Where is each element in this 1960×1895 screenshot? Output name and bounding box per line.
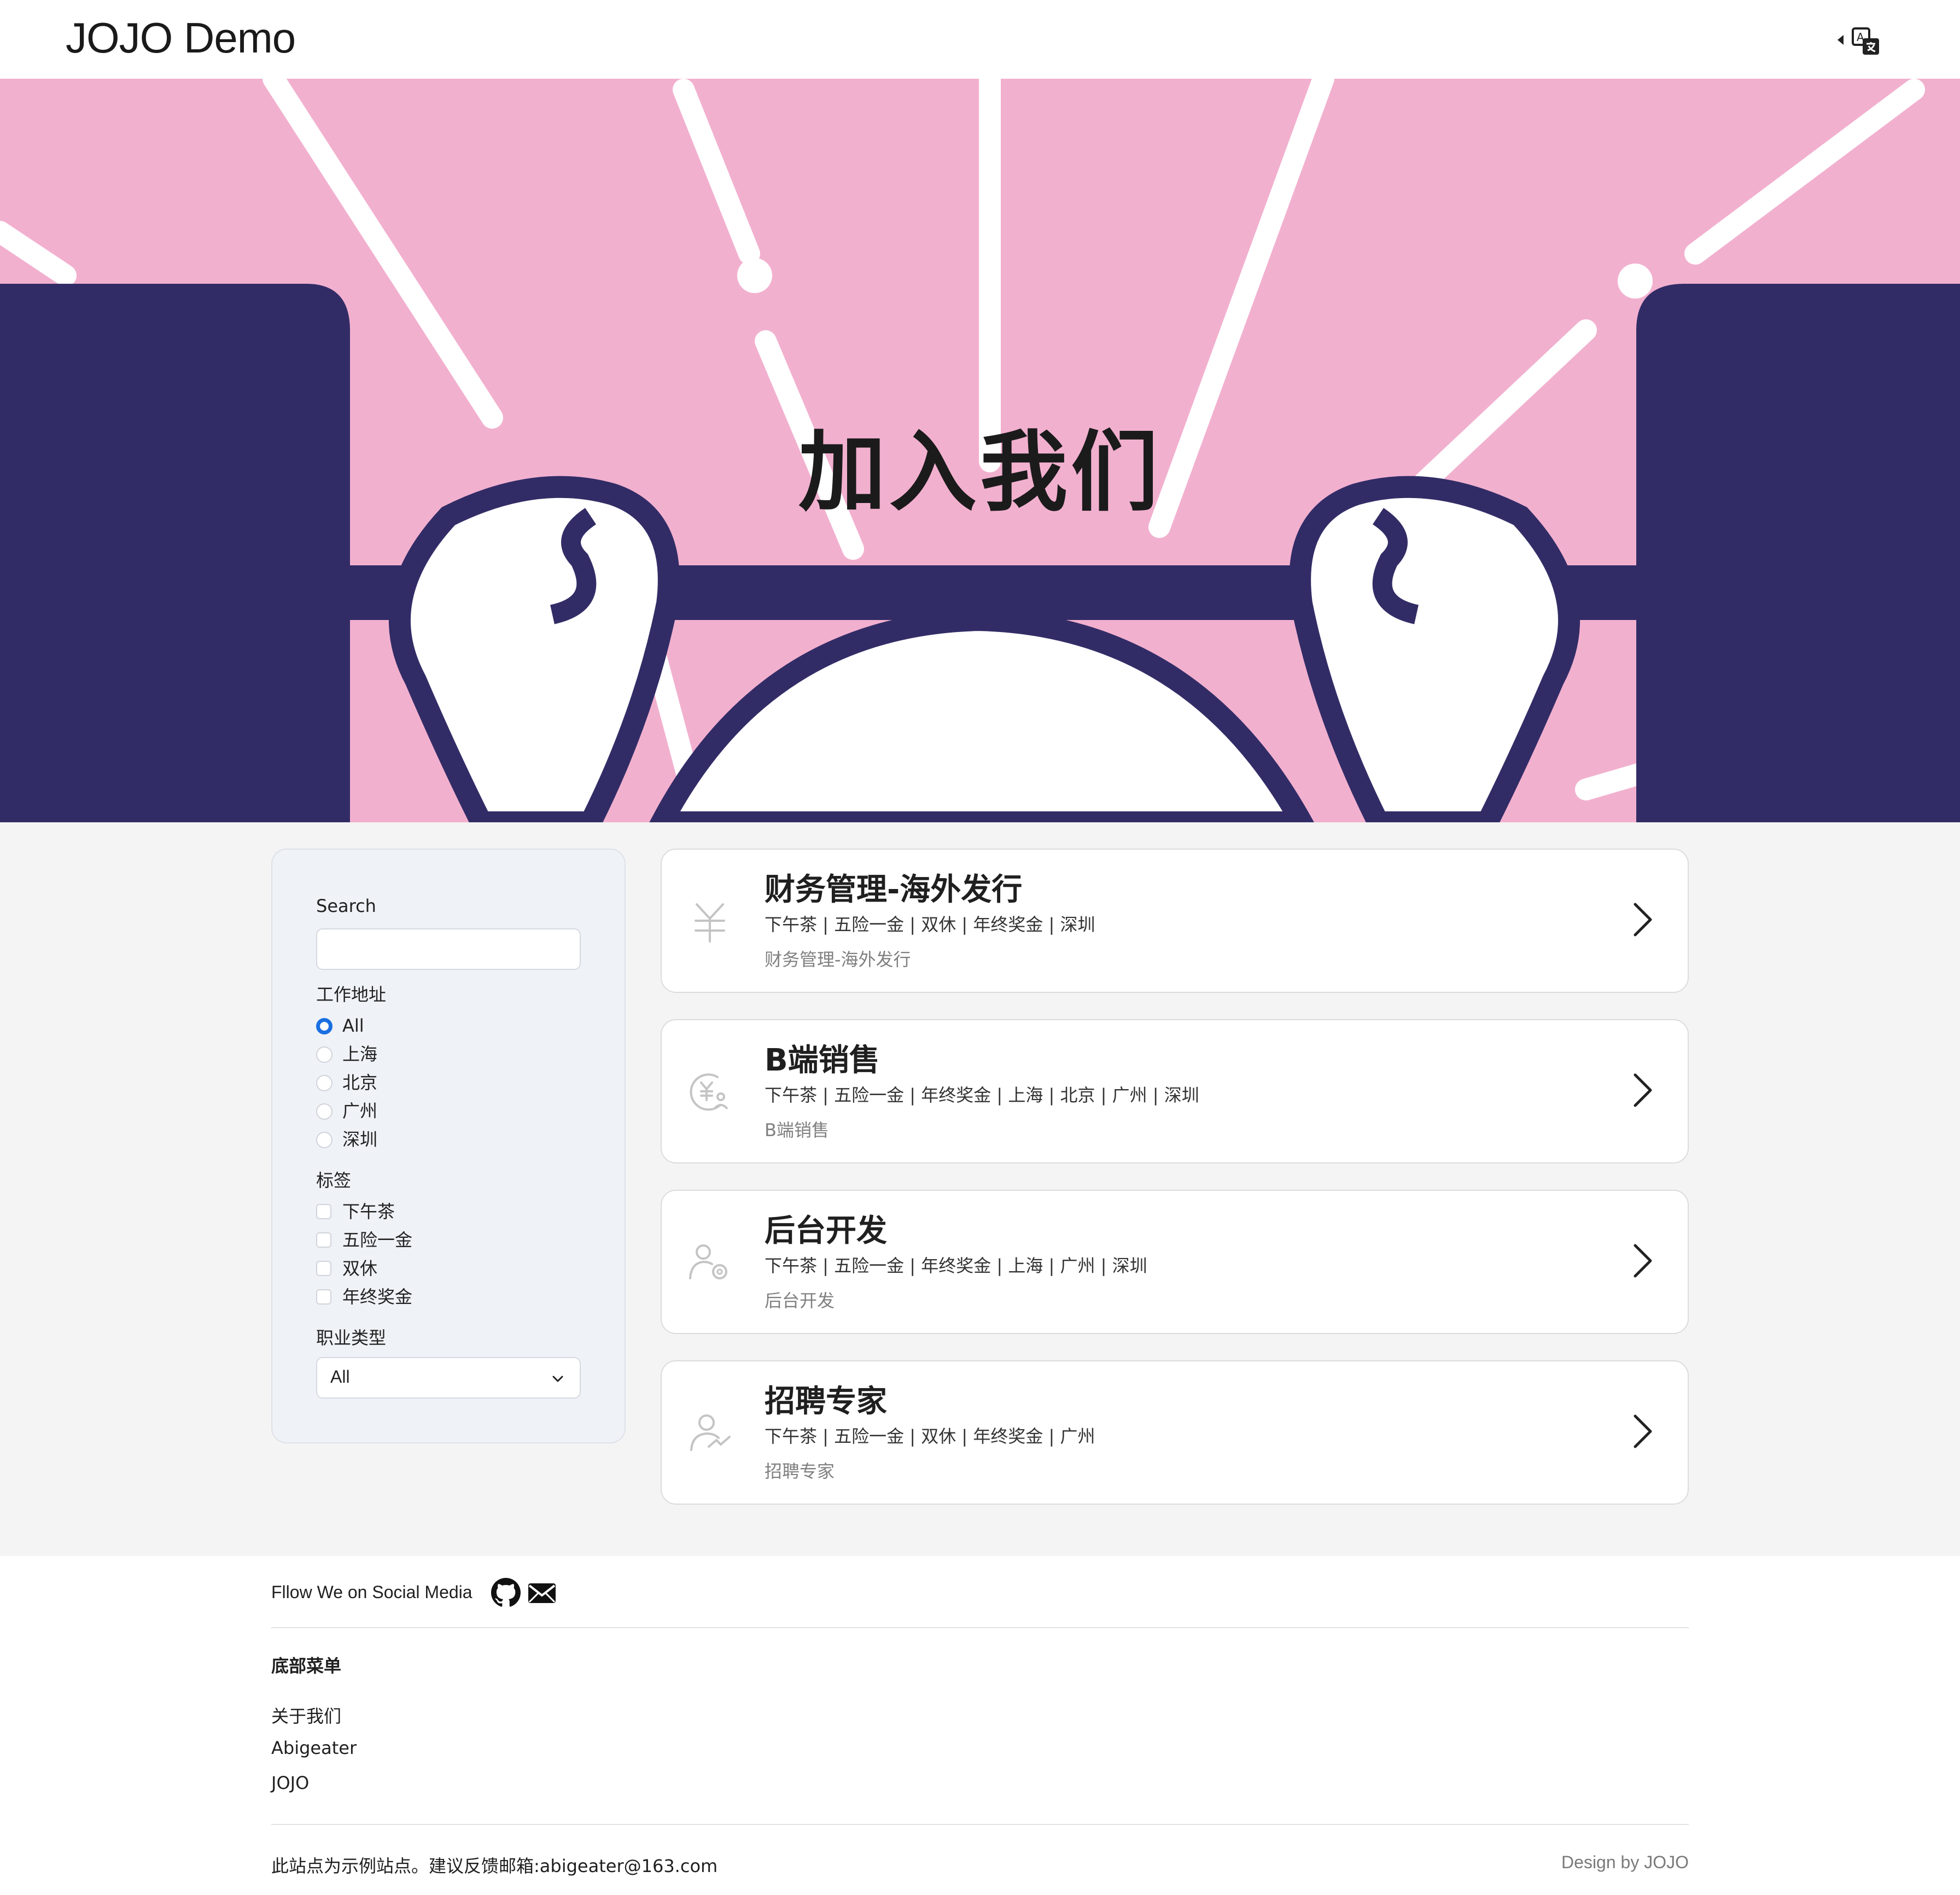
option-label: 上海 xyxy=(342,1044,378,1065)
job-tags: 下午茶 | 五险一金 | 年终奖金 | 上海 | 北京 | 广州 | 深圳 xyxy=(765,1085,1199,1106)
job-subtitle: B端销售 xyxy=(765,1120,829,1140)
radio-button[interactable] xyxy=(316,1018,332,1034)
option-label: 五险一金 xyxy=(342,1230,413,1250)
language-switcher[interactable]: A xyxy=(1834,23,1883,58)
search-label: Search xyxy=(316,896,376,916)
divider xyxy=(271,1627,1689,1628)
radio-button[interactable] xyxy=(316,1046,332,1063)
job-tags: 下午茶 | 五险一金 | 年终奖金 | 上海 | 广州 | 深圳 xyxy=(765,1255,1147,1276)
search-input[interactable] xyxy=(316,928,581,970)
chevron-down-icon xyxy=(552,1376,563,1382)
checkbox[interactable] xyxy=(316,1232,331,1248)
brand-logo[interactable]: JOJO Demo xyxy=(66,8,296,68)
job-type-label: 职业类型 xyxy=(316,1327,387,1348)
chevron-right-icon xyxy=(1634,1073,1652,1107)
radio-button[interactable] xyxy=(316,1132,332,1148)
option-label: All xyxy=(342,1015,364,1036)
job-title: 财务管理-海外发行 xyxy=(765,872,1023,908)
recruit-icon xyxy=(690,1414,731,1451)
job-type-value: All xyxy=(330,1367,350,1387)
footer-menu-title: 底部菜单 xyxy=(271,1656,342,1676)
copyright-text: 此站点为示例站点。建议反馈邮箱:abigeater@163.com xyxy=(271,1856,718,1876)
yuan-icon xyxy=(695,903,725,943)
design-credit: Design by JOJO xyxy=(1561,1852,1689,1872)
job-card[interactable]: 招聘专家 下午茶 | 五险一金 | 双休 | 年终奖金 | 广州 招聘专家 xyxy=(661,1360,1689,1505)
footer-link-abigeater[interactable]: Abigeater xyxy=(271,1738,357,1758)
option-label: 双休 xyxy=(342,1258,378,1279)
chevron-right-icon xyxy=(1634,1244,1652,1278)
option-label: 北京 xyxy=(342,1072,378,1093)
job-title: 招聘专家 xyxy=(765,1384,887,1419)
job-subtitle: 招聘专家 xyxy=(765,1461,835,1482)
user-settings-icon xyxy=(689,1244,727,1279)
job-tags: 下午茶 | 五险一金 | 双休 | 年终奖金 | 广州 xyxy=(765,1426,1095,1447)
footer-link-about[interactable]: 关于我们 xyxy=(271,1703,341,1728)
radio-button[interactable] xyxy=(316,1103,332,1120)
top-navbar: JOJO Demo A xyxy=(0,0,1960,79)
chevron-right-icon xyxy=(1634,903,1652,937)
caret-left-icon xyxy=(1838,35,1844,45)
job-filter-panel: Search 工作地址 All 上海 北京 广州 深圳 标签 下午茶 五险一金 … xyxy=(271,849,626,1443)
chevron-right-icon xyxy=(1634,1414,1652,1448)
location-label: 工作地址 xyxy=(316,984,387,1005)
hero-banner: 加入我们 xyxy=(0,79,1960,822)
sales-icon xyxy=(690,1073,728,1111)
translate-icon: A xyxy=(1852,27,1879,55)
job-title: 后台开发 xyxy=(765,1213,887,1249)
job-card[interactable]: 后台开发 下午茶 | 五险一金 | 年终奖金 | 上海 | 广州 | 深圳 后台… xyxy=(661,1190,1689,1334)
job-subtitle: 后台开发 xyxy=(765,1290,835,1311)
option-label: 广州 xyxy=(342,1101,378,1121)
job-card[interactable]: B端销售 下午茶 | 五险一金 | 年终奖金 | 上海 | 北京 | 广州 | … xyxy=(661,1019,1689,1163)
hero-title: 加入我们 xyxy=(798,421,1162,523)
social-label: Fllow We on Social Media xyxy=(271,1582,472,1602)
checkbox[interactable] xyxy=(316,1204,331,1219)
job-tags: 下午茶 | 五险一金 | 双休 | 年终奖金 | 深圳 xyxy=(765,914,1095,935)
job-subtitle: 财务管理-海外发行 xyxy=(765,949,911,970)
option-label: 深圳 xyxy=(342,1129,378,1150)
site-footer: Fllow We on Social Media 底部菜单 关于我们 Abige… xyxy=(0,1556,1960,1895)
svg-text:A: A xyxy=(1857,31,1864,44)
checkbox[interactable] xyxy=(316,1261,331,1276)
job-card[interactable]: 财务管理-海外发行 下午茶 | 五险一金 | 双休 | 年终奖金 | 深圳 财务… xyxy=(661,849,1689,993)
job-type-select[interactable]: All xyxy=(316,1357,581,1399)
footer-link-jojo[interactable]: JOJO xyxy=(271,1773,309,1793)
mail-icon[interactable] xyxy=(527,1578,557,1607)
divider xyxy=(271,1824,1689,1825)
option-label: 下午茶 xyxy=(342,1201,395,1222)
option-label: 年终奖金 xyxy=(342,1286,413,1307)
tags-label: 标签 xyxy=(316,1170,352,1191)
job-title: B端销售 xyxy=(765,1043,880,1078)
github-icon[interactable] xyxy=(491,1578,521,1607)
radio-button[interactable] xyxy=(316,1075,332,1091)
checkbox[interactable] xyxy=(316,1289,331,1305)
